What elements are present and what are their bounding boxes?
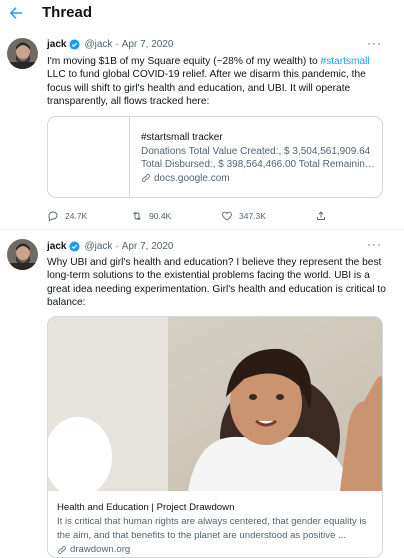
card-image [48,317,382,491]
card-title: Health and Education | Project Drawdown [57,502,235,513]
more-options-icon[interactable]: ··· [367,237,382,251]
author-handle[interactable]: @jack [84,39,112,50]
share-icon [317,211,325,220]
retweet-count: 90.4K [149,211,172,221]
verified-badge-icon [69,39,81,50]
card-description: It is critical that human rights are alw… [57,516,367,541]
link-card[interactable]: #startsmall tracker Donations Total Valu… [47,116,383,198]
card-domain: drawdown.org [70,544,131,555]
tweet[interactable]: jack @jack · Apr 7, 2020 ··· I'm moving … [0,0,404,228]
tweet-text: Why UBI and girl's health and education?… [47,257,386,309]
tweet-text-part: LLC to fund global COVID-19 relief. Afte… [47,69,366,108]
like-button[interactable]: 347.3K [221,210,315,222]
card-thumbnail [48,117,130,197]
card-body: #startsmall tracker Donations Total Valu… [141,131,377,185]
tweet-actions: 24.7K 90.4K 347.3K [47,210,327,222]
avatar[interactable] [7,239,38,270]
card-body: Health and Education | Project Drawdown … [57,501,377,557]
hashtag-link[interactable]: #startsmall [320,56,369,67]
author-name[interactable]: jack [47,241,66,252]
card-domain: docs.google.com [154,172,230,184]
reply-count: 24.7K [65,211,88,221]
reply-button[interactable]: 24.7K [47,210,131,222]
tweet-text: I'm moving $1B of my Square equity (~28%… [47,55,387,109]
separator-dot: · [115,39,119,50]
tweet-meta: jack @jack · Apr 7, 2020 [47,241,173,252]
share-button[interactable] [315,210,327,222]
link-icon [58,546,66,554]
card-link: docs.google.com [141,172,377,186]
verified-badge-icon [69,241,81,252]
tweet-meta: jack @jack · Apr 7, 2020 [47,39,173,50]
card-description: Donations Total Value Created:, $ 3,504,… [141,145,371,157]
link-icon [142,174,150,183]
heart-icon [222,211,232,221]
card-link: drawdown.org [57,543,377,557]
tweet-text-part: I'm moving $1B of my Square equity (~28%… [47,56,321,67]
retweet-icon [133,211,141,221]
author-handle[interactable]: @jack [84,241,112,252]
reply-icon [48,211,58,222]
link-card[interactable]: Health and Education | Project Drawdown … [47,316,383,558]
avatar[interactable] [7,38,38,69]
like-count: 347.3K [239,211,266,221]
card-description: Total Disbursed:, $ 398,564,466.00 Total… [141,159,377,170]
tweet-date[interactable]: Apr 7, 2020 [122,39,174,50]
retweet-button[interactable]: 90.4K [131,210,221,222]
author-name[interactable]: jack [47,39,66,50]
separator-dot: · [115,241,119,252]
card-title: #startsmall tracker [141,132,223,143]
more-options-icon[interactable]: ··· [367,36,382,50]
tweet-date[interactable]: Apr 7, 2020 [122,241,174,252]
